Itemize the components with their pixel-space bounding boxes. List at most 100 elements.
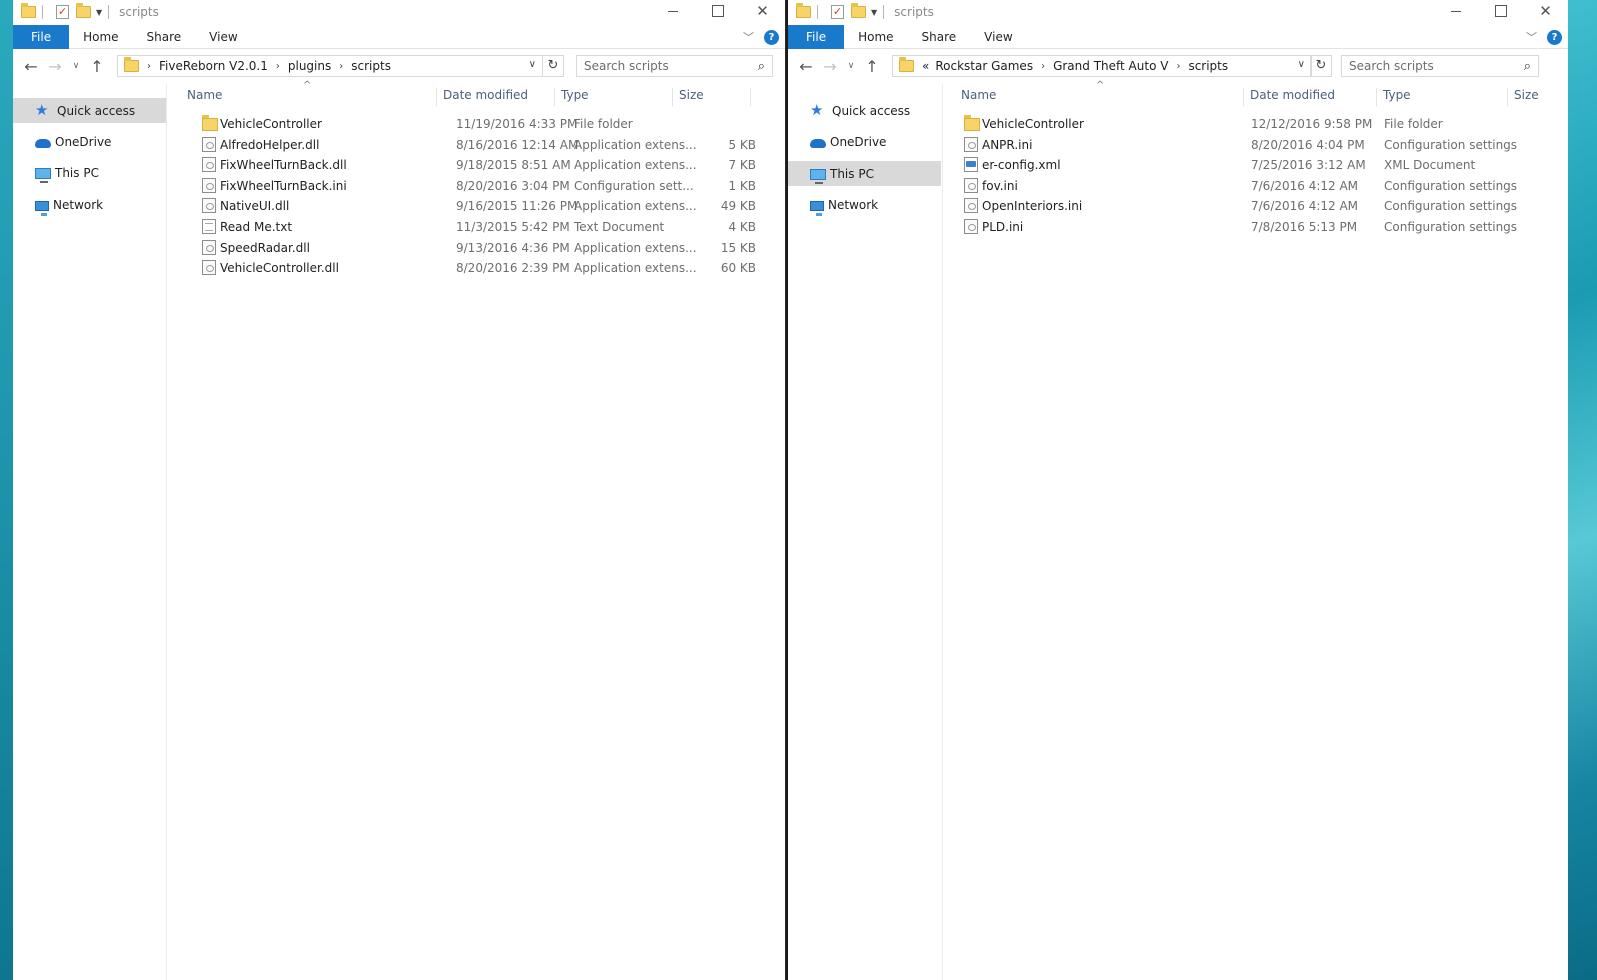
address-bar[interactable]: › FiveReborn V2.0.1 › plugins › scripts … bbox=[117, 55, 543, 77]
breadcrumb-item[interactable]: scripts bbox=[351, 59, 391, 73]
tab-view[interactable]: View bbox=[195, 25, 251, 49]
chevron-right-icon[interactable]: › bbox=[276, 61, 280, 72]
column-header-type[interactable]: Type bbox=[1377, 88, 1508, 106]
expand-ribbon-icon[interactable]: ﹀ bbox=[1526, 29, 1537, 45]
forward-icon[interactable]: → bbox=[818, 57, 842, 76]
close-button[interactable]: ✕ bbox=[1523, 0, 1568, 22]
folder-icon[interactable] bbox=[796, 3, 811, 18]
properties-icon[interactable]: ✓ bbox=[831, 5, 844, 19]
recent-locations-icon[interactable]: ∨ bbox=[67, 61, 85, 71]
column-header-name[interactable]: Name bbox=[955, 88, 1244, 106]
chevron-down-icon[interactable]: ∨ bbox=[1298, 59, 1305, 70]
file-type: File folder bbox=[1384, 117, 1443, 131]
minimize-button[interactable] bbox=[1433, 0, 1478, 22]
tab-share[interactable]: Share bbox=[908, 25, 971, 49]
nav-item-label: This PC bbox=[830, 166, 874, 181]
breadcrumb-item[interactable]: Grand Theft Auto V bbox=[1053, 59, 1168, 73]
file-row[interactable]: er-config.xml 7/25/2016 3:12 AM XML Docume… bbox=[955, 155, 1568, 175]
nav-item-this-pc[interactable]: This PC bbox=[788, 161, 941, 186]
properties-icon[interactable]: ✓ bbox=[56, 5, 69, 19]
file-row[interactable]: VehicleController 11/19/2016 4:33 PM File … bbox=[181, 114, 785, 134]
customize-toolbar-icon[interactable]: ▼ bbox=[96, 8, 102, 17]
breadcrumb-item[interactable]: FiveReborn V2.0.1 bbox=[159, 59, 268, 73]
dll-file-icon bbox=[202, 136, 216, 152]
up-icon[interactable]: ↑ bbox=[860, 57, 884, 76]
nav-item-network[interactable]: Network bbox=[788, 192, 941, 217]
file-date-modified: 9/13/2016 4:36 PM bbox=[456, 240, 570, 255]
refresh-button[interactable]: ↻ bbox=[1310, 55, 1332, 77]
column-header-type[interactable]: Type bbox=[555, 88, 673, 106]
file-row[interactable]: fov.ini 7/6/2016 4:12 AM Configuration set… bbox=[955, 176, 1568, 196]
new-folder-icon[interactable] bbox=[76, 3, 91, 18]
up-icon[interactable]: ↑ bbox=[85, 57, 109, 76]
nav-item-quick-access[interactable]: ★ Quick access bbox=[788, 98, 941, 123]
file-row[interactable]: FixWheelTurnBack.ini 8/20/2016 3:04 PM Con… bbox=[181, 176, 785, 196]
network-icon bbox=[810, 200, 824, 216]
help-icon[interactable]: ? bbox=[1547, 29, 1562, 45]
nav-item-quick-access[interactable]: ★ Quick access bbox=[13, 98, 166, 123]
nav-item-this-pc[interactable]: This PC bbox=[13, 160, 166, 185]
search-icon[interactable]: ⌕ bbox=[1524, 59, 1531, 74]
file-date-modified: 8/16/2016 12:14 AM bbox=[456, 137, 579, 152]
navigation-pane: ★ Quick access OneDrive This PC Network bbox=[13, 84, 167, 980]
close-button[interactable]: ✕ bbox=[740, 0, 785, 22]
column-header-name[interactable]: Name bbox=[181, 88, 437, 106]
file-row[interactable]: PLD.ini 7/8/2016 5:13 PM Configuration set… bbox=[955, 217, 1568, 237]
file-row[interactable]: VehicleController.dll 8/20/2016 2:39 PM Ap… bbox=[181, 258, 785, 278]
search-placeholder: Search scripts bbox=[584, 59, 669, 73]
file-row[interactable]: NativeUI.dll 9/16/2015 11:26 PM Applicatio… bbox=[181, 196, 785, 216]
customize-toolbar-icon[interactable]: ▼ bbox=[871, 8, 877, 17]
refresh-button[interactable]: ↻ bbox=[542, 55, 564, 77]
forward-icon[interactable]: → bbox=[43, 57, 67, 76]
file-row[interactable]: AlfredoHelper.dll 8/16/2016 12:14 AM Appli… bbox=[181, 135, 785, 155]
nav-item-network[interactable]: Network bbox=[13, 192, 166, 217]
column-header-size[interactable]: Size bbox=[1508, 88, 1568, 106]
help-icon[interactable]: ? bbox=[764, 29, 779, 45]
breadcrumb-item[interactable]: plugins bbox=[288, 59, 331, 73]
minimize-button[interactable] bbox=[650, 0, 695, 22]
txt-file-icon bbox=[202, 219, 216, 234]
chevron-right-icon[interactable]: › bbox=[1041, 61, 1045, 72]
file-date-modified: 7/6/2016 4:12 AM bbox=[1251, 178, 1359, 193]
expand-ribbon-icon[interactable]: ﹀ bbox=[743, 29, 754, 45]
file-row[interactable]: VehicleController 12/12/2016 9:58 PM File … bbox=[955, 114, 1568, 134]
tab-view[interactable]: View bbox=[970, 25, 1026, 49]
chevron-right-icon[interactable]: › bbox=[339, 61, 343, 72]
column-header-date[interactable]: Date modified bbox=[1244, 88, 1377, 106]
folder-icon[interactable] bbox=[21, 3, 36, 18]
file-row[interactable]: OpenInteriors.ini 7/6/2016 4:12 AM Configu… bbox=[955, 196, 1568, 216]
back-icon[interactable]: ← bbox=[19, 57, 43, 76]
breadcrumb-item[interactable]: scripts bbox=[1188, 59, 1228, 73]
tab-home[interactable]: Home bbox=[69, 25, 132, 49]
chevron-right-icon[interactable]: › bbox=[1176, 61, 1180, 72]
file-type: Application extens... bbox=[574, 199, 697, 214]
maximize-button[interactable] bbox=[695, 0, 740, 22]
file-row[interactable]: Read Me.txt 11/3/2015 5:42 PM Text Documen… bbox=[181, 217, 785, 237]
column-header-size[interactable]: Size bbox=[673, 88, 751, 106]
chevron-right-icon[interactable]: › bbox=[147, 61, 151, 72]
chevron-down-icon[interactable]: ∨ bbox=[529, 59, 536, 70]
tab-home[interactable]: Home bbox=[844, 25, 907, 49]
recent-locations-icon[interactable]: ∨ bbox=[842, 61, 860, 71]
maximize-button[interactable] bbox=[1478, 0, 1523, 22]
back-icon[interactable]: ← bbox=[794, 57, 818, 76]
search-input[interactable]: Search scripts ⌕ bbox=[1341, 55, 1539, 77]
tab-file[interactable]: File bbox=[788, 24, 845, 49]
search-input[interactable]: Search scripts ⌕ bbox=[576, 55, 773, 77]
file-row[interactable]: ANPR.ini 8/20/2016 4:04 PM Configuration s… bbox=[955, 135, 1568, 155]
address-bar[interactable]: « Rockstar Games › Grand Theft Auto V › … bbox=[892, 55, 1312, 77]
nav-item-onedrive[interactable]: OneDrive bbox=[788, 129, 941, 154]
breadcrumb-overflow[interactable]: « bbox=[922, 59, 929, 73]
breadcrumb-item[interactable]: Rockstar Games bbox=[935, 59, 1033, 73]
column-header-date[interactable]: Date modified bbox=[437, 88, 555, 106]
file-row[interactable]: SpeedRadar.dll 9/13/2016 4:36 PM Applicati… bbox=[181, 238, 785, 258]
file-row[interactable]: FixWheelTurnBack.dll 9/18/2015 8:51 AM App… bbox=[181, 155, 785, 175]
nav-item-onedrive[interactable]: OneDrive bbox=[13, 129, 166, 154]
tab-share[interactable]: Share bbox=[133, 25, 196, 49]
tab-file[interactable]: File bbox=[13, 24, 70, 49]
search-icon[interactable]: ⌕ bbox=[758, 59, 765, 74]
cloud-icon bbox=[35, 139, 51, 148]
new-folder-icon[interactable] bbox=[851, 3, 866, 18]
ini-file-icon bbox=[964, 219, 978, 234]
file-type: Text Document bbox=[574, 220, 665, 234]
